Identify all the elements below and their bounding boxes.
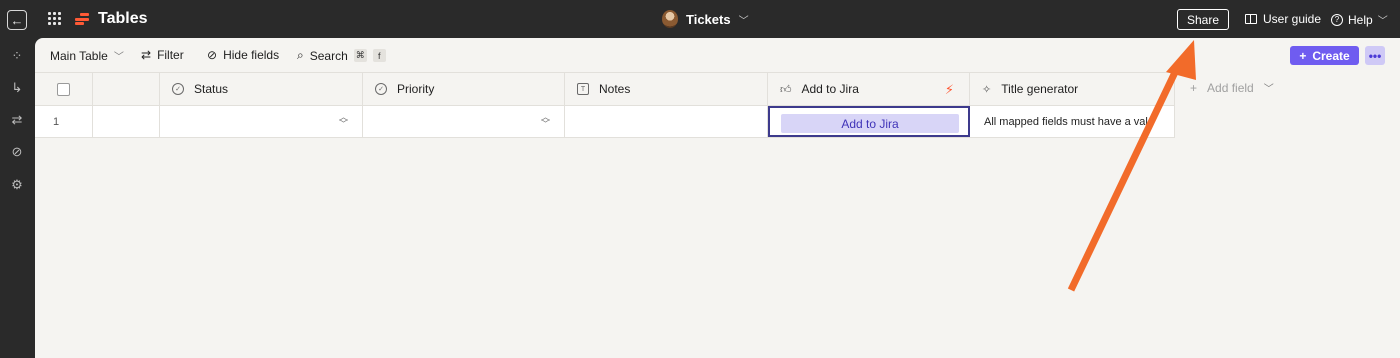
toolbar: Main Table ﹀ ⇄ Filter ⊘ Hide fields ⌕ Se… (35, 38, 1400, 72)
add-to-jira-cell[interactable]: Add to Jira (768, 106, 970, 137)
chevron-down-icon: ﹀ (738, 15, 749, 27)
hide-fields-button[interactable]: ⊘ Hide fields (207, 48, 279, 62)
notes-cell[interactable] (565, 106, 768, 137)
eye-slash-icon: ⊘ (207, 48, 218, 62)
view-label: Main Table (50, 48, 108, 63)
table-header-row: ✓ Status ✓ Priority T Notes 👍︎ Add to Ji… (35, 72, 1175, 106)
create-button[interactable]: + Create (1290, 46, 1359, 65)
search-label: Search (309, 48, 348, 63)
plus-icon: + (1190, 80, 1198, 95)
search-icon: ⌕ (297, 48, 304, 62)
user-guide-button[interactable]: User guide (1245, 12, 1321, 26)
status-icon: ✓ (172, 83, 184, 95)
kbd-f: f (372, 49, 386, 62)
filter-label: Filter (157, 48, 184, 62)
ai-sparkle-icon: ✧ (982, 83, 992, 96)
column-label: Status (194, 82, 229, 96)
board-name: Tickets (686, 11, 731, 27)
lightning-icon: ⚡︎ (944, 82, 954, 97)
column-header-status[interactable]: ✓ Status (160, 73, 363, 105)
filter-icon: ⇄ (141, 48, 152, 62)
column-header-add-to-jira[interactable]: 👍︎ Add to Jira ⚡︎ (768, 73, 970, 105)
row-title-header (93, 73, 160, 105)
add-field-button[interactable]: + Add field ﹀ (1190, 80, 1274, 96)
column-label: Priority (397, 82, 435, 96)
priority-cell[interactable]: ︿ ﹀ (363, 106, 565, 137)
title-generator-value: All mapped fields must have a val (984, 115, 1148, 128)
select-stepper-icon[interactable]: ︿ ﹀ (541, 113, 550, 129)
book-icon (1245, 14, 1257, 24)
row-title-cell[interactable] (93, 106, 160, 137)
board-avatar (662, 10, 678, 28)
hidden-eye-icon[interactable]: ⊘ (9, 144, 25, 160)
row-number: 1 (35, 106, 93, 137)
tables-logo-icon (75, 13, 89, 25)
column-label: Title generator (1001, 82, 1079, 96)
add-field-label: Add field (1207, 80, 1254, 95)
chevron-down-icon: ﹀ (1377, 16, 1388, 27)
integrations-icon[interactable]: ⁘ (9, 48, 25, 64)
view-selector[interactable]: Main Table ﹀ (50, 48, 124, 64)
create-label: Create (1312, 48, 1350, 63)
hide-fields-label: Hide fields (223, 48, 280, 62)
app-title: Tables (98, 10, 148, 27)
apps-grid-icon[interactable] (48, 12, 61, 25)
table-row[interactable]: 1 ︿ ﹀ ︿ ﹀ Add to Jira All mapped fields mu… (35, 106, 1175, 138)
share-button[interactable]: Share (1177, 9, 1229, 30)
main-content: Main Table ﹀ ⇄ Filter ⊘ Hide fields ⌕ Se… (35, 38, 1400, 358)
user-guide-label: User guide (1263, 12, 1322, 26)
column-label: Notes (599, 82, 631, 96)
add-to-jira-button[interactable]: Add to Jira (781, 114, 959, 133)
select-stepper-icon[interactable]: ︿ ﹀ (339, 113, 348, 129)
filter-settings-icon[interactable]: ⇄ (9, 112, 25, 128)
search-button[interactable]: ⌕ Search ⌘ f (297, 48, 386, 63)
top-bar: ← Tables Tickets ﹀ Share User guide ? He… (0, 0, 1400, 38)
column-header-priority[interactable]: ✓ Priority (363, 73, 565, 105)
filter-button[interactable]: ⇄ Filter (141, 48, 184, 62)
help-menu[interactable]: ? Help ﹀ (1331, 12, 1388, 27)
column-label: Add to Jira (801, 82, 859, 96)
select-all-checkbox[interactable] (57, 82, 70, 96)
title-generator-cell[interactable]: All mapped fields must have a val (970, 106, 1175, 137)
column-header-title-generator[interactable]: ✧ Title generator (970, 73, 1175, 105)
plus-icon: + (1299, 48, 1307, 63)
priority-icon: ✓ (375, 83, 387, 95)
more-options-button[interactable]: ••• (1365, 46, 1385, 65)
back-arrow-icon[interactable]: ← (7, 10, 27, 30)
thumbs-up-icon: 👍︎ (780, 83, 792, 96)
select-all-cell (35, 73, 93, 105)
status-cell[interactable]: ︿ ﹀ (160, 106, 363, 137)
settings-gear-icon[interactable]: ⚙ (9, 177, 25, 193)
column-header-notes[interactable]: T Notes (565, 73, 768, 105)
left-rail: ⁘ ↳ ⇄ ⊘ ⚙ (0, 38, 35, 358)
kbd-cmd: ⌘ (353, 49, 367, 62)
automation-icon[interactable]: ↳ (9, 80, 25, 96)
text-icon: T (577, 83, 589, 95)
chevron-down-icon: ﹀ (1263, 84, 1274, 95)
board-selector[interactable]: Tickets ﹀ (662, 10, 749, 28)
help-icon: ? (1331, 13, 1343, 26)
help-label: Help (1348, 12, 1373, 27)
chevron-down-icon: ﹀ (113, 52, 124, 63)
